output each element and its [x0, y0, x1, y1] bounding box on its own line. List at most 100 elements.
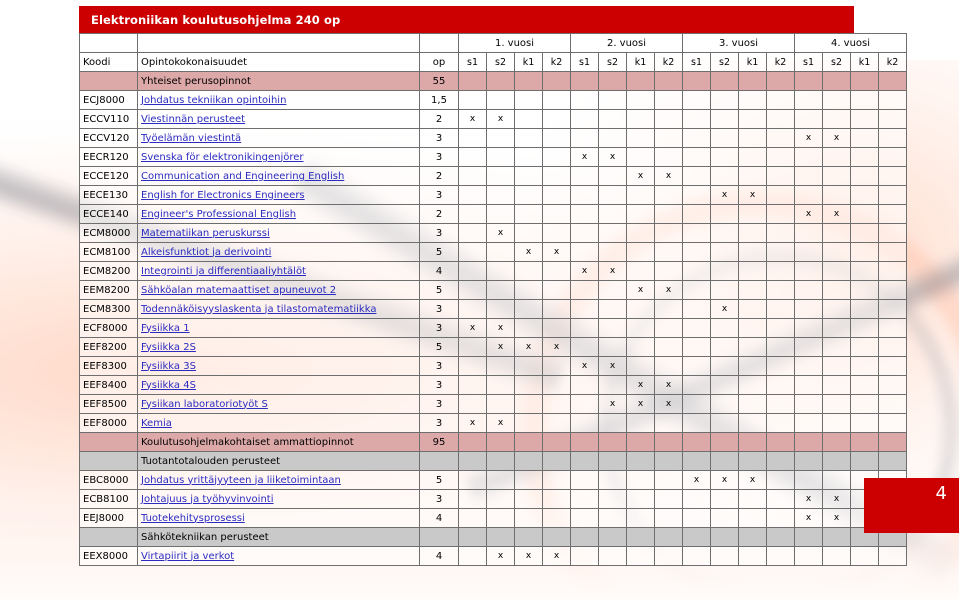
period-cell-y1-k1 — [514, 147, 543, 167]
period-cell-y1-k1 — [514, 204, 543, 224]
period-cell-y1-k1 — [514, 223, 543, 243]
period-cell-y2-s1 — [570, 451, 599, 471]
header-name-label: Opintokokonaisuudet — [137, 52, 420, 72]
period-cell-y2-s2 — [598, 242, 627, 262]
period-cell-y1-k1 — [514, 299, 543, 319]
period-cell-y2-s2 — [598, 223, 627, 243]
period-cell-y2-k1 — [626, 71, 655, 91]
course-link[interactable]: Johdatus tekniikan opintoihin — [141, 95, 286, 106]
period-cell-y1-k1 — [514, 280, 543, 300]
period-cell-y1-s1 — [458, 223, 487, 243]
course-link[interactable]: Johtajuus ja työhyvinvointi — [141, 494, 273, 505]
period-cell-y2-k2 — [654, 432, 683, 452]
period-cell-y4-s1 — [794, 242, 823, 262]
course-name-cell: Svenska för elektronikingenjörer — [137, 147, 420, 167]
period-cell-y2-k1 — [626, 546, 655, 566]
course-link[interactable]: Sähköalan matemaattiset apuneuvot 2 — [141, 285, 336, 296]
course-link[interactable]: Fysiikka 4S — [141, 380, 196, 391]
period-cell-y4-s1 — [794, 337, 823, 357]
period-cell-y3-s2 — [710, 261, 739, 281]
course-link[interactable]: Svenska för elektronikingenjörer — [141, 152, 304, 163]
period-cell-y3-s1 — [682, 356, 711, 376]
course-link[interactable]: Engineer's Professional English — [141, 209, 296, 220]
group-name-cell: Yhteiset perusopinnot — [137, 71, 420, 91]
period-cell-y2-s2: x — [598, 394, 627, 414]
course-link[interactable]: Fysiikka 3S — [141, 361, 196, 372]
table-row: EEX8000 Virtapiirit ja verkot 4 x x x — [79, 546, 907, 566]
header-year-3: 3. vuosi — [682, 33, 795, 53]
period-cell-y3-s2 — [710, 223, 739, 243]
course-link[interactable]: Integrointi ja differentiaaliyhtälöt — [141, 266, 306, 277]
period-cell-y4-s1 — [794, 185, 823, 205]
period-cell-y4-k2 — [878, 261, 907, 281]
period-cell-y4-s1 — [794, 109, 823, 129]
period-cell-y1-s1 — [458, 356, 487, 376]
period-cell-y4-s1 — [794, 394, 823, 414]
period-cell-y3-s1 — [682, 489, 711, 509]
period-cell-y3-k1 — [738, 375, 767, 395]
credits-value: 2 — [419, 204, 459, 224]
course-code: EEF8500 — [79, 394, 138, 414]
period-cell-y3-k1 — [738, 280, 767, 300]
period-cell-y2-k1 — [626, 508, 655, 528]
period-cell-y3-k2 — [766, 451, 795, 471]
course-link[interactable]: Tuotekehitysprosessi — [141, 513, 245, 524]
period-cell-y2-k2 — [654, 508, 683, 528]
header-period-y3-k2: k2 — [766, 52, 795, 72]
period-cell-y1-k2 — [542, 470, 571, 490]
course-name-cell: Johtajuus ja työhyvinvointi — [137, 489, 420, 509]
course-name-cell: Johdatus yrittäjyyteen ja liiketoimintaa… — [137, 470, 420, 490]
period-cell-y2-k1 — [626, 413, 655, 433]
period-cell-y3-k1 — [738, 527, 767, 547]
course-link[interactable]: Työelämän viestintä — [141, 133, 241, 144]
credits-value: 2 — [419, 109, 459, 129]
header-blank-code — [79, 33, 138, 53]
period-cell-y3-s2 — [710, 318, 739, 338]
course-link[interactable]: English for Electronics Engineers — [141, 190, 305, 201]
period-cell-y2-k2 — [654, 147, 683, 167]
period-cell-y3-s1 — [682, 90, 711, 110]
period-cell-y2-k1 — [626, 109, 655, 129]
period-cell-y3-k1 — [738, 166, 767, 186]
course-link[interactable]: Fysiikka 2S — [141, 342, 196, 353]
period-cell-y1-k2 — [542, 375, 571, 395]
course-link[interactable]: Johdatus yrittäjyyteen ja liiketoimintaa… — [141, 475, 341, 486]
course-link[interactable]: Communication and Engineering English — [141, 171, 344, 182]
table-row: ECM8100 Alkeisfunktiot ja derivointi 5 x x — [79, 242, 907, 262]
period-cell-y2-k1: x — [626, 166, 655, 186]
course-link[interactable]: Kemia — [141, 418, 172, 429]
table-row: ECM8200 Integrointi ja differentiaaliyhtä… — [79, 261, 907, 281]
header-period-y1-s1: s1 — [458, 52, 487, 72]
course-link[interactable]: Alkeisfunktiot ja derivointi — [141, 247, 271, 258]
course-link[interactable]: Todennäköisyyslaskenta ja tilastomatemat… — [141, 304, 376, 315]
course-link[interactable]: Matematiikan peruskurssi — [141, 228, 270, 239]
period-cell-y4-s2 — [822, 318, 851, 338]
period-cell-y4-s2: x — [822, 204, 851, 224]
period-cell-y3-k1 — [738, 90, 767, 110]
period-cell-y2-s1: x — [570, 356, 599, 376]
period-cell-y1-s2 — [486, 299, 515, 319]
course-link[interactable]: Virtapiirit ja verkot — [141, 551, 234, 562]
period-cell-y1-s1 — [458, 508, 487, 528]
period-cell-y2-k1 — [626, 470, 655, 490]
table-row: EECR120 Svenska för elektronikingenjörer 3… — [79, 147, 907, 167]
credits-value: 3 — [419, 375, 459, 395]
period-cell-y1-s2: x — [486, 413, 515, 433]
period-cell-y4-s1 — [794, 280, 823, 300]
period-cell-y3-s2 — [710, 375, 739, 395]
period-cell-y4-k2 — [878, 128, 907, 148]
period-cell-y1-s1 — [458, 394, 487, 414]
period-cell-y4-s2 — [822, 356, 851, 376]
course-name-cell: English for Electronics Engineers — [137, 185, 420, 205]
period-cell-y4-s2 — [822, 261, 851, 281]
period-cell-y4-s1 — [794, 318, 823, 338]
course-link[interactable]: Viestinnän perusteet — [141, 114, 245, 125]
period-cell-y4-s1 — [794, 527, 823, 547]
course-name-cell: Kemia — [137, 413, 420, 433]
course-link[interactable]: Fysiikan laboratoriotyöt S — [141, 399, 268, 410]
period-cell-y3-s1 — [682, 432, 711, 452]
period-cell-y3-s2: x — [710, 185, 739, 205]
period-cell-y1-s1: x — [458, 318, 487, 338]
course-link[interactable]: Fysiikka 1 — [141, 323, 190, 334]
table-row: EEF8300 Fysiikka 3S 3 x x — [79, 356, 907, 376]
